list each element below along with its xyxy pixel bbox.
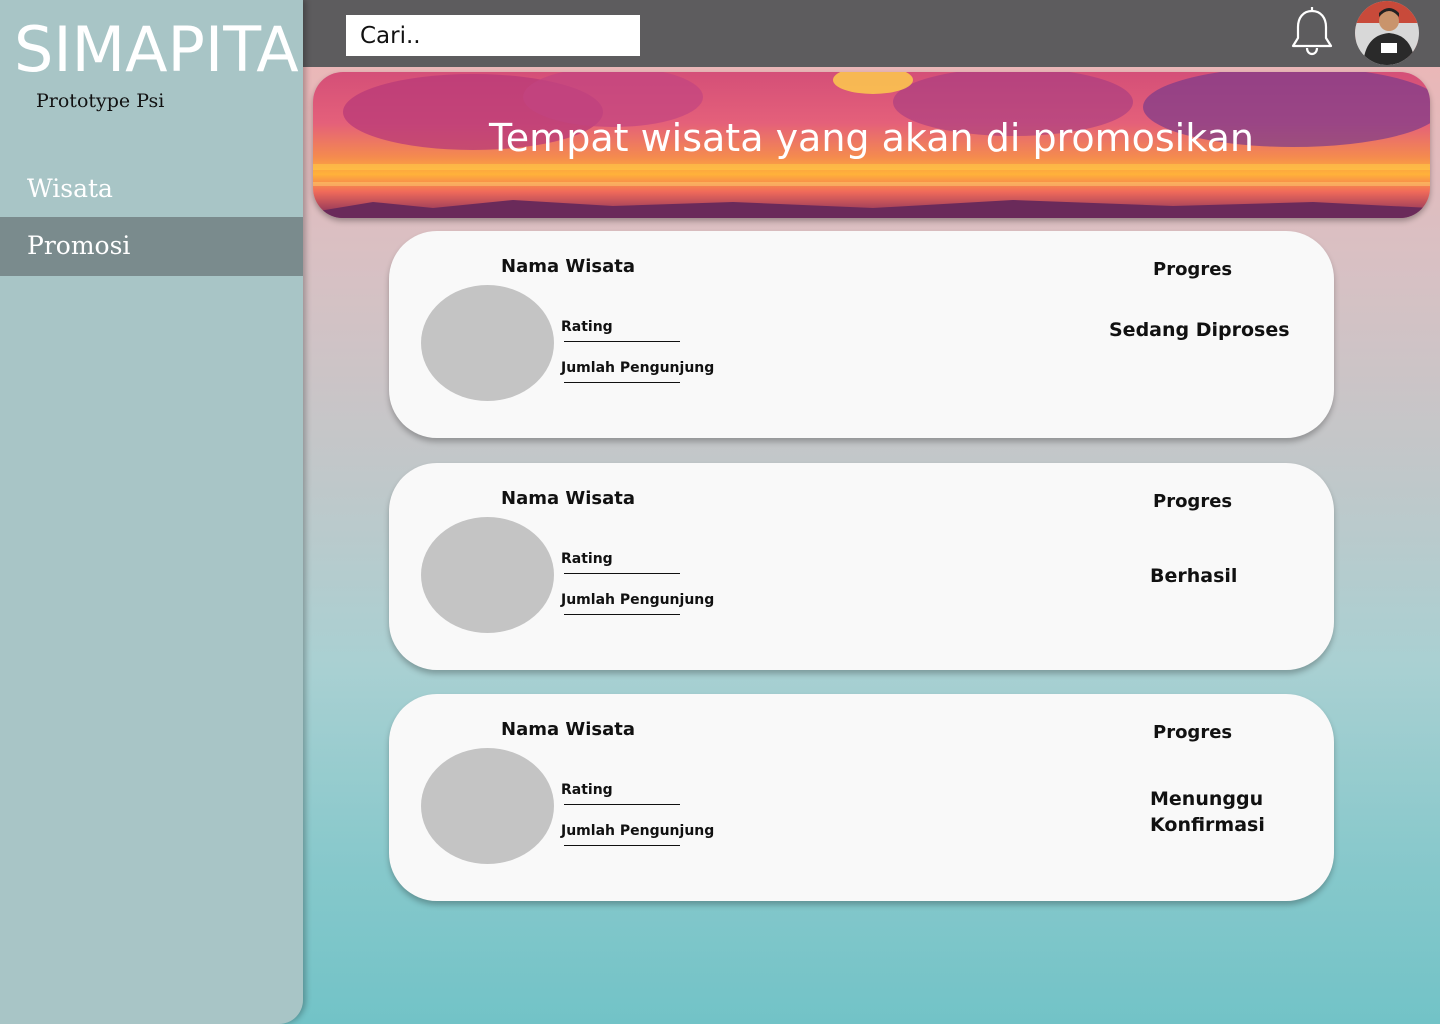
search-input[interactable] [346,15,640,56]
user-avatar[interactable] [1355,1,1419,65]
promo-card[interactable]: Nama Wisata Rating Jumlah Pengunjung Pro… [389,463,1334,670]
rating-label: Rating [561,319,613,335]
visitors-underline [564,614,680,615]
app-subtitle: Prototype Psi [36,90,165,112]
status-text: Sedang Diproses [1109,319,1290,341]
sidebar-item-promosi[interactable]: Promosi [0,217,303,276]
rating-label: Rating [561,551,613,567]
sidebar: SIMAPITA Prototype Psi Wisata Promosi [0,0,303,1024]
promo-card[interactable]: Nama Wisata Rating Jumlah Pengunjung Pro… [389,231,1334,438]
top-bar [303,0,1440,67]
rating-underline [564,573,680,574]
place-thumbnail [421,748,554,864]
promo-banner: Tempat wisata yang akan di promosikan [313,72,1430,218]
place-name-label: Nama Wisata [501,719,636,740]
progress-label: Progres [1153,491,1233,512]
rating-label: Rating [561,782,613,798]
sidebar-item-wisata[interactable]: Wisata [0,160,303,218]
visitors-label: Jumlah Pengunjung [561,823,715,839]
status-text: Berhasil [1150,565,1238,587]
visitors-underline [564,845,680,846]
place-thumbnail [421,517,554,633]
visitors-label: Jumlah Pengunjung [561,360,715,376]
app-title: SIMAPITA [14,13,299,86]
status-text: Menunggu Konfirmasi [1150,788,1265,836]
place-name-label: Nama Wisata [501,256,636,277]
banner-title: Tempat wisata yang akan di promosikan [489,116,1254,160]
rating-underline [564,804,680,805]
bell-icon[interactable] [1289,6,1335,58]
visitors-label: Jumlah Pengunjung [561,592,715,608]
rating-underline [564,341,680,342]
promo-card[interactable]: Nama Wisata Rating Jumlah Pengunjung Pro… [389,694,1334,901]
place-name-label: Nama Wisata [501,488,636,509]
progress-label: Progres [1153,722,1233,743]
visitors-underline [564,382,680,383]
place-thumbnail [421,285,554,401]
progress-label: Progres [1153,259,1233,280]
